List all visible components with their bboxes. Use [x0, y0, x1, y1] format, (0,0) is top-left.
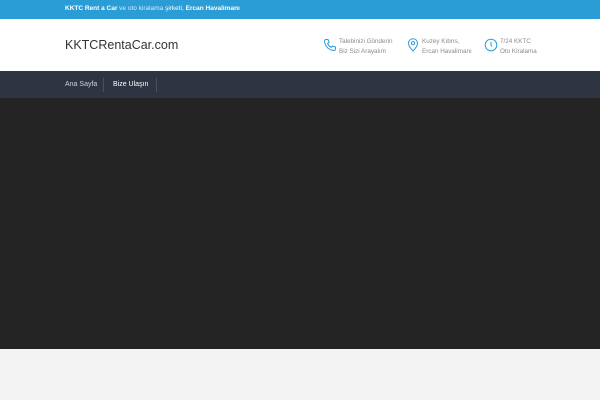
nav-item-contact[interactable]: Bize Ulaşın: [113, 71, 148, 98]
map-pin-icon: [406, 38, 420, 52]
site-logo[interactable]: KKTCRentaCar.com: [65, 37, 178, 53]
clock-icon: [484, 38, 498, 52]
header-info-text: Talebinizi Gönderin Biz Sizi Arayalım: [339, 37, 393, 57]
top-bar-middle: ve oto kiralama: [117, 5, 166, 12]
header-info-line1: Talebinizi Gönderin: [339, 38, 393, 45]
phone-icon: [323, 38, 337, 52]
site-header: KKTCRentaCar.com Talebinizi Gönderin Biz…: [0, 19, 600, 71]
top-bar-company: şirketi: [165, 5, 183, 12]
content-area: [0, 349, 600, 400]
top-bar: KKTC Rent a Car ve oto kiralama şirketi,…: [0, 0, 600, 19]
header-info-line2: Biz Sizi Arayalım: [339, 48, 386, 55]
top-bar-brand: KKTC Rent a Car: [65, 5, 118, 12]
hero-slider: [0, 98, 600, 349]
header-info-line2: Oto Kiralama: [500, 48, 537, 55]
top-bar-airport: Ercan Havalimanı: [185, 5, 240, 12]
nav-divider: [103, 78, 104, 92]
header-info-text: Kuzey Kıbrıs, Ercan Havalimanı: [422, 37, 472, 57]
header-info-line2: Ercan Havalimanı: [422, 48, 472, 55]
top-bar-tagline: KKTC Rent a Car ve oto kiralama şirketi,…: [65, 4, 240, 14]
header-info-line1: 7/24 KKTC: [500, 38, 531, 45]
nav-divider: [156, 78, 157, 92]
nav-item-home[interactable]: Ana Sayfa: [65, 71, 97, 98]
header-info-text: 7/24 KKTC Oto Kiralama: [500, 37, 537, 57]
main-nav: Ana Sayfa Bize Ulaşın: [0, 71, 600, 98]
header-info-line1: Kuzey Kıbrıs,: [422, 38, 460, 45]
